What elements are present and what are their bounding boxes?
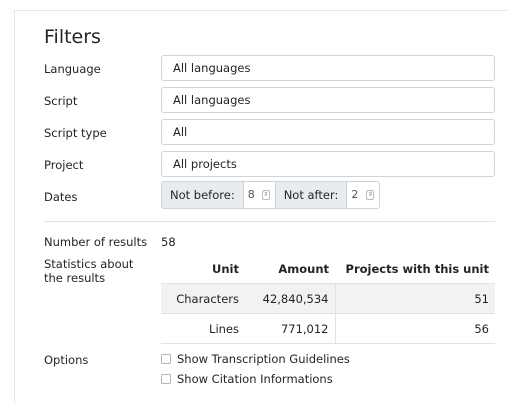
section-divider <box>44 221 495 222</box>
column-header-unit: Unit <box>212 261 239 276</box>
options-label: Options <box>44 353 89 367</box>
not-before-value: 8 <box>247 188 255 201</box>
not-before-input[interactable]: 8 ⇕ <box>243 182 276 208</box>
table-cell: Characters <box>161 283 245 314</box>
table-header-row: Unit Amount Projects with this unit <box>161 254 495 284</box>
not-after-input[interactable]: 2 ⇕ <box>347 182 380 208</box>
statistics-label: Statistics about the results <box>44 257 133 285</box>
checkbox[interactable] <box>161 374 171 384</box>
number-of-results-label: Number of results <box>44 235 148 249</box>
script-select[interactable]: All languages <box>161 87 495 113</box>
table-cell: 56 <box>335 313 495 344</box>
not-before-label: Not before: <box>162 182 244 208</box>
show-transcription-guidelines-option[interactable]: Show Transcription Guidelines <box>161 352 350 366</box>
checkbox-label: Show Citation Informations <box>177 372 333 386</box>
table-cell: 771,012 <box>245 313 336 344</box>
number-of-results-value: 58 <box>161 235 176 249</box>
checkbox-label: Show Transcription Guidelines <box>177 352 350 366</box>
not-after-label: Not after: <box>275 182 348 208</box>
date-range-group: Not before: 8 ⇕ Not after: 2 ⇕ <box>161 181 381 209</box>
dates-label: Dates <box>44 190 78 204</box>
project-select[interactable]: All projects <box>161 151 495 177</box>
project-label: Project <box>44 158 84 172</box>
filters-title: Filters <box>44 26 101 48</box>
statistics-label-line1: Statistics about <box>44 257 134 271</box>
column-header-projects: Projects with this unit <box>345 261 489 276</box>
table-row: Characters 42,840,534 51 <box>161 283 495 314</box>
checkbox[interactable] <box>161 354 171 364</box>
spinner-icon[interactable]: ⇕ <box>366 190 375 200</box>
table-cell: 51 <box>335 283 495 314</box>
show-citation-informations-option[interactable]: Show Citation Informations <box>161 372 333 386</box>
statistics-table: Unit Amount Projects with this unit Char… <box>161 254 495 344</box>
table-cell: 42,840,534 <box>245 283 336 314</box>
spinner-icon[interactable]: ⇕ <box>261 190 270 200</box>
language-select[interactable]: All languages <box>161 55 495 81</box>
statistics-label-line2: the results <box>44 271 106 285</box>
script-type-select[interactable]: All <box>161 119 495 145</box>
script-type-label: Script type <box>44 126 107 140</box>
not-after-value: 2 <box>351 188 359 201</box>
column-header-amount: Amount <box>278 261 329 276</box>
table-row: Lines 771,012 56 <box>161 313 495 344</box>
table-cell: Lines <box>161 313 245 344</box>
language-label: Language <box>44 62 101 76</box>
script-label: Script <box>44 94 78 108</box>
